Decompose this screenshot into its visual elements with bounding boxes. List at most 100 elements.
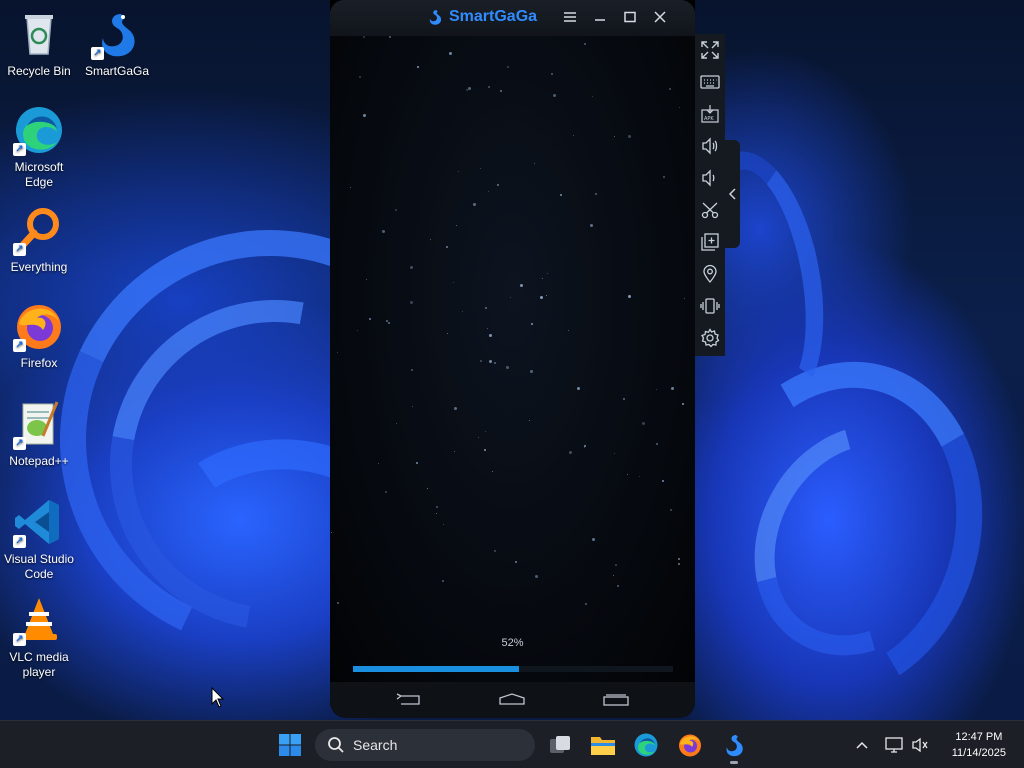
desktop-icon-firefox[interactable]: ↗ Firefox: [0, 300, 78, 371]
star: [480, 168, 481, 169]
star: [337, 602, 339, 604]
star: [447, 333, 448, 334]
volume-muted-icon[interactable]: [904, 729, 936, 761]
edge-icon[interactable]: [630, 729, 662, 761]
star: [480, 360, 482, 362]
settings-icon[interactable]: [698, 326, 722, 350]
close-icon[interactable]: [650, 8, 670, 28]
star: [410, 266, 413, 269]
star: [614, 453, 615, 454]
desktop-icon-everything[interactable]: ↗ Everything: [0, 204, 78, 275]
apk-install-icon[interactable]: APK: [698, 102, 722, 126]
star: [436, 506, 438, 508]
vscode-icon: ↗: [13, 496, 65, 548]
shortcut-arrow-icon: ↗: [13, 143, 26, 156]
file-explorer-icon[interactable]: [587, 729, 619, 761]
svg-text:APK: APK: [704, 116, 714, 122]
star: [531, 323, 533, 325]
star: [520, 284, 523, 287]
star: [627, 474, 628, 475]
star: [443, 524, 444, 525]
clock-date: 11/14/2025: [951, 747, 1006, 759]
star: [515, 561, 517, 563]
shake-icon[interactable]: [698, 294, 722, 318]
toolbar-collapse-tab[interactable]: [725, 140, 740, 248]
volume-up-icon[interactable]: [698, 134, 722, 158]
taskbar: Search 12:47 PM 11/14/2025: [0, 720, 1024, 768]
volume-down-icon[interactable]: [698, 166, 722, 190]
star: [331, 532, 332, 533]
star: [584, 445, 586, 447]
desktop-icon-vscode[interactable]: ↗ Visual Studio Code: [0, 496, 78, 582]
shortcut-arrow-icon: ↗: [13, 437, 26, 450]
star: [357, 330, 358, 331]
window-title-text: SmartGaGa: [449, 8, 538, 25]
recents-icon[interactable]: [601, 692, 631, 708]
star: [642, 422, 645, 425]
desktop-icon-label: Recycle Bin: [7, 64, 71, 78]
screenshot-scissors-icon[interactable]: [698, 198, 722, 222]
star: [506, 366, 509, 369]
task-view-icon[interactable]: [544, 729, 576, 761]
star: [614, 136, 615, 137]
star: [462, 311, 463, 312]
star: [662, 480, 664, 482]
fullscreen-icon[interactable]: [698, 38, 722, 62]
star: [456, 225, 457, 226]
star: [656, 389, 657, 390]
system-clock[interactable]: 12:47 PM 11/14/2025: [952, 729, 1006, 761]
star: [584, 43, 586, 45]
star: [489, 334, 492, 337]
star: [366, 279, 367, 280]
multi-instance-icon[interactable]: [698, 230, 722, 254]
star: [454, 451, 455, 452]
star: [510, 297, 511, 298]
smartgaga-icon[interactable]: [718, 729, 750, 764]
desktop-icon-notepadpp[interactable]: ↗ Notepad++: [0, 398, 78, 469]
loading-progress-bar: [353, 666, 673, 672]
desktop-icon-recycle-bin[interactable]: Recycle Bin: [0, 8, 78, 79]
star: [530, 370, 533, 373]
desktop-icon-label: Microsoft Edge: [14, 160, 64, 189]
star: [417, 66, 419, 68]
desktop-icon-label: SmartGaGa: [84, 64, 150, 78]
emulator-screen[interactable]: 52%: [330, 36, 695, 682]
taskbar-search[interactable]: Search: [315, 729, 535, 761]
star: [466, 89, 468, 91]
star: [412, 406, 413, 407]
smartgaga-window: SmartGaGa 52%: [330, 0, 695, 718]
star: [584, 447, 585, 448]
star: [458, 171, 459, 172]
location-icon[interactable]: [698, 262, 722, 286]
shortcut-arrow-icon: ↗: [13, 339, 26, 352]
star: [585, 603, 587, 605]
keyboard-icon[interactable]: [698, 70, 722, 94]
minimize-icon[interactable]: [590, 8, 610, 28]
desktop-icon-smartgaga[interactable]: ↗ SmartGaGa: [78, 8, 156, 79]
star: [337, 352, 338, 353]
back-icon[interactable]: [393, 692, 423, 708]
star: [615, 564, 617, 566]
desktop-icon-label: Notepad++: [9, 454, 69, 468]
home-icon[interactable]: [497, 692, 527, 708]
star: [494, 362, 496, 364]
vlc-icon: ↗: [13, 594, 65, 646]
star: [656, 443, 658, 445]
maximize-icon[interactable]: [620, 8, 640, 28]
menu-icon[interactable]: [560, 8, 580, 28]
firefox-icon: ↗: [13, 300, 65, 352]
star: [497, 184, 499, 186]
star: [534, 163, 535, 164]
chevron-left-icon: [728, 188, 736, 200]
star: [682, 403, 684, 405]
start-icon[interactable]: [274, 729, 306, 761]
desktop-icon-label: Visual Studio Code: [4, 552, 74, 581]
desktop-icon-vlc[interactable]: ↗ VLC media player: [0, 594, 78, 680]
star: [385, 491, 387, 493]
chevron-up-icon[interactable]: [846, 729, 878, 761]
firefox-icon[interactable]: [674, 729, 706, 761]
star: [489, 360, 492, 363]
star: [378, 463, 379, 464]
desktop-icon-edge[interactable]: ↗ Microsoft Edge: [0, 104, 78, 190]
window-titlebar[interactable]: SmartGaGa: [330, 0, 695, 36]
